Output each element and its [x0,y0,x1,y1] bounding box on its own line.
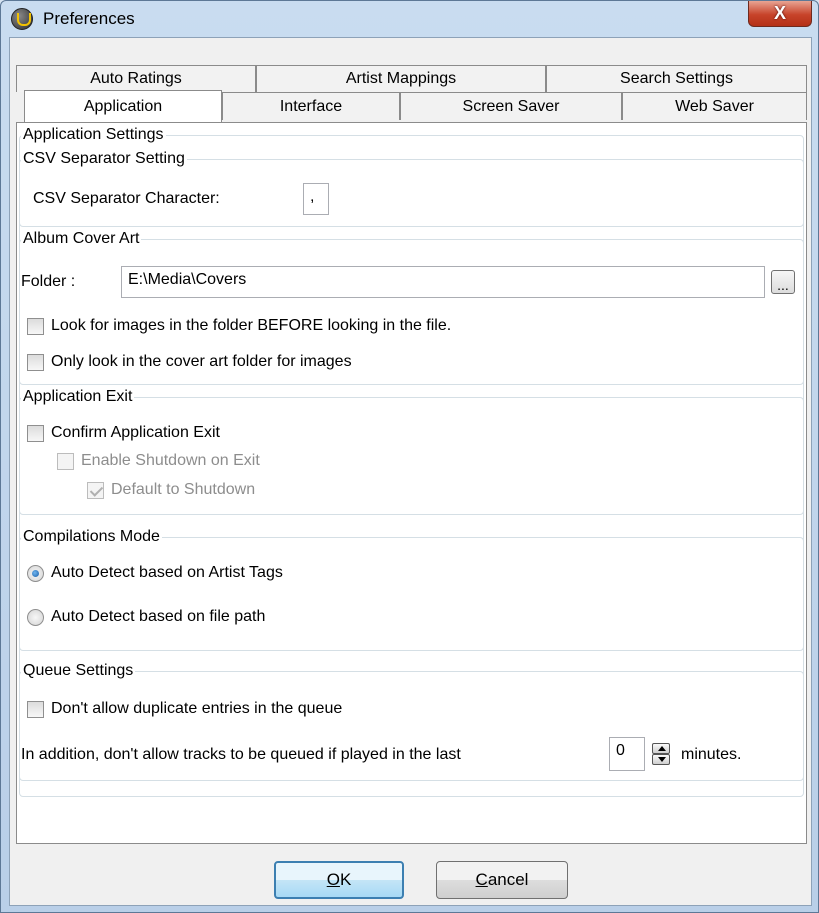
app-logo-icon[interactable] [11,8,33,30]
queue-settings-group [19,671,804,797]
csv-separator-label: CSV Separator Character: [33,190,220,207]
ok-label: K [339,870,352,889]
spin-down-icon[interactable] [652,754,670,765]
auto-detect-file-path-label: Auto Detect based on file path [51,608,266,625]
tab-label: Screen Saver [462,97,560,115]
look-before-file-label: Look for images in the folder BEFORE loo… [51,317,452,334]
folder-label: Folder : [21,273,76,290]
only-cover-folder-checkbox-row[interactable]: Only look in the cover art folder for im… [27,352,352,372]
enable-shutdown-label: Enable Shutdown on Exit [81,452,260,469]
tab-screen-saver[interactable]: Screen Saver [400,92,622,120]
auto-detect-artist-tags-radio[interactable] [27,564,44,582]
default-shutdown-label: Default to Shutdown [111,481,256,498]
auto-detect-file-path-row[interactable]: Auto Detect based on file path [27,607,265,627]
tab-web-saver[interactable]: Web Saver [622,92,807,120]
ok-button[interactable]: OK [274,861,404,899]
confirm-exit-checkbox-row[interactable]: Confirm Application Exit [27,423,220,443]
auto-detect-file-path-radio[interactable] [27,608,44,626]
cover-folder-input[interactable]: E:\Media\Covers [121,266,765,298]
only-cover-folder-checkbox[interactable] [27,353,44,371]
auto-detect-artist-tags-label: Auto Detect based on Artist Tags [51,564,283,581]
close-icon: X [773,3,786,23]
dialog-client: Auto Ratings Artist Mappings Search Sett… [9,37,812,906]
no-duplicates-checkbox-row[interactable]: Don't allow duplicate entries in the que… [27,699,342,719]
enable-shutdown-checkbox-row[interactable]: Enable Shutdown on Exit [57,451,260,471]
window-title: Preferences [43,9,135,28]
close-button[interactable]: X [748,1,812,27]
confirm-exit-label: Confirm Application Exit [51,424,220,441]
default-shutdown-checkbox-row[interactable]: Default to Shutdown [87,480,255,500]
played-recently-label: In addition, don't allow tracks to be qu… [21,746,461,763]
cancel-label: ancel [487,870,529,889]
only-cover-folder-label: Only look in the cover art folder for im… [51,353,352,370]
compilations-mode-legend: Compilations Mode [21,528,162,546]
tab-artist-mappings[interactable]: Artist Mappings [256,65,546,92]
csv-separator-legend: CSV Separator Setting [21,150,187,168]
tab-application[interactable]: Application [24,90,222,122]
minutes-suffix-label: minutes. [681,746,742,763]
tab-label: Auto Ratings [90,70,182,87]
look-before-file-checkbox-row[interactable]: Look for images in the folder BEFORE loo… [27,316,451,336]
cancel-accelerator: C [475,870,488,889]
confirm-exit-checkbox[interactable] [27,424,44,442]
album-cover-art-legend: Album Cover Art [21,230,142,248]
auto-detect-artist-tags-row[interactable]: Auto Detect based on Artist Tags [27,563,283,583]
tab-label: Artist Mappings [345,70,457,87]
application-settings-legend: Application Settings [21,126,166,144]
tab-auto-ratings[interactable]: Auto Ratings [16,65,256,92]
compilations-mode-group [19,537,804,651]
title-bar[interactable]: Preferences X [1,1,818,37]
queue-settings-legend: Queue Settings [21,662,136,680]
no-duplicates-label: Don't allow duplicate entries in the que… [51,700,343,717]
default-shutdown-checkbox[interactable] [87,481,104,499]
tab-label: Web Saver [675,97,754,115]
minutes-spinner[interactable] [650,741,672,767]
tab-search-settings[interactable]: Search Settings [546,65,807,92]
ok-accelerator: O [326,870,340,889]
look-before-file-checkbox[interactable] [27,317,44,335]
tab-panel-application: Application Settings CSV Separator Setti… [16,122,807,844]
minutes-input[interactable]: 0 [609,737,645,771]
tab-label: Interface [279,97,343,115]
application-exit-legend: Application Exit [21,388,135,406]
spin-up-icon[interactable] [652,743,670,754]
no-duplicates-checkbox[interactable] [27,700,44,718]
browse-folder-button[interactable]: ... [771,270,795,294]
csv-separator-input[interactable]: , [303,183,329,215]
tab-label: Search Settings [620,70,733,87]
preferences-window: Preferences X Auto Ratings Artist Mappin… [0,0,819,913]
cancel-button[interactable]: Cancel [436,861,568,899]
tab-interface[interactable]: Interface [222,92,400,120]
enable-shutdown-checkbox[interactable] [57,452,74,470]
tab-label: Application [83,97,163,115]
